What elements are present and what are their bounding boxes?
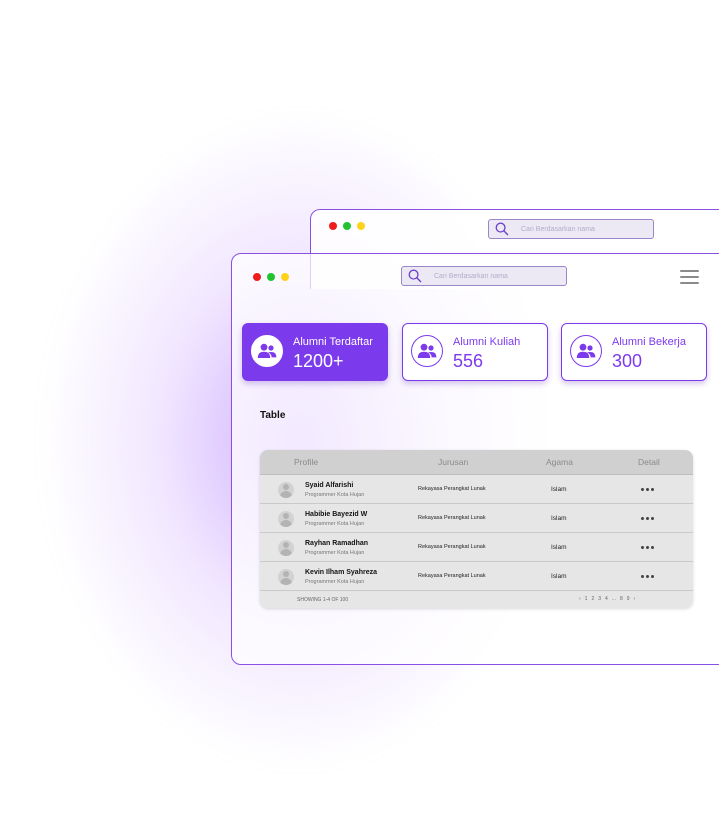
more-horizontal-icon[interactable] [641,546,654,549]
showing-count: SHOWING 1-4 OF 100 [297,597,349,603]
row-agama: Islam [551,486,567,493]
user-avatar-icon [278,540,294,556]
hamburger-menu-icon[interactable] [680,270,700,284]
card-value: 300 [612,351,643,371]
table-row[interactable]: Habibie Bayezid W Programmer Kota Hujan … [260,504,693,533]
card-title: Alumni Bekerja [612,336,686,348]
section-title: Table [260,410,286,421]
more-horizontal-icon[interactable] [641,575,654,578]
search-icon [495,222,509,236]
row-subtitle: Programmer Kota Hujan [305,579,365,585]
pagination-page[interactable]: 2 [591,596,594,602]
minimize-dot[interactable] [281,273,289,281]
pagination-page[interactable]: 4 [605,596,608,602]
card-title: Alumni Kuliah [453,336,521,348]
pagination-page[interactable]: 9 [627,596,630,602]
search-placeholder: Cari Berdasarkan nama [521,225,595,233]
pagination-next[interactable]: › [634,596,636,602]
table-row[interactable]: Rayhan Ramadhan Programmer Kota Hujan Re… [260,533,693,562]
search-input[interactable]: Cari Berdasarkan nama [401,266,567,286]
row-jurusan: Rekayasa Perangkat Lunak [418,573,486,579]
card-value: 1200+ [293,351,344,371]
pagination-page[interactable]: 1 [585,596,588,602]
card-alumni-bekerja[interactable]: Alumni Bekerja 300 [561,323,707,381]
pagination: ‹ 1 2 3 4 ... 8 9 › [579,596,635,602]
maximize-dot[interactable] [267,273,275,281]
minimize-dot[interactable] [357,222,365,230]
row-agama: Islam [551,544,567,551]
row-name: Syaid Alfarishi [305,482,354,489]
pagination-prev[interactable]: ‹ [579,596,581,602]
row-subtitle: Programmer Kota Hujan [305,550,365,556]
front-browser-window: Cari Berdasarkan nama Alumni Terdaftar 1… [231,253,719,665]
row-subtitle: Programmer Kota Hujan [305,521,365,527]
window-controls [329,222,365,230]
column-header-jurusan[interactable]: Jurusan [438,457,468,467]
row-name: Kevin Ilham Syahreza [305,569,377,576]
table-row[interactable]: Kevin Ilham Syahreza Programmer Kota Huj… [260,562,693,591]
row-agama: Islam [551,573,567,580]
user-avatar-icon [278,482,294,498]
row-jurusan: Rekayasa Perangkat Lunak [418,486,486,492]
users-icon [251,335,283,367]
card-alumni-kuliah[interactable]: Alumni Kuliah 556 [402,323,548,381]
user-avatar-icon [278,569,294,585]
users-icon [411,335,443,367]
alumni-table: Profile Jurusan Agama Detail Syaid Alfar… [260,450,693,608]
card-value: 556 [453,351,484,371]
more-horizontal-icon[interactable] [641,517,654,520]
table-header: Profile Jurusan Agama Detail [260,450,693,475]
pagination-page[interactable]: 3 [598,596,601,602]
column-header-profile[interactable]: Profile [294,457,318,467]
more-horizontal-icon[interactable] [641,488,654,491]
row-agama: Islam [551,515,567,522]
row-subtitle: Programmer Kota Hujan [305,492,365,498]
row-jurusan: Rekayasa Perangkat Lunak [418,544,486,550]
card-title: Alumni Terdaftar [293,336,373,348]
close-dot[interactable] [329,222,337,230]
pagination-ellipsis: ... [611,596,616,602]
maximize-dot[interactable] [343,222,351,230]
pagination-page[interactable]: 8 [620,596,623,602]
users-icon [570,335,602,367]
user-avatar-icon [278,511,294,527]
card-alumni-terdaftar[interactable]: Alumni Terdaftar 1200+ [242,323,388,381]
column-header-detail[interactable]: Detail [638,457,660,467]
search-input[interactable]: Cari Berdasarkan nama [488,219,654,239]
search-icon [408,269,422,283]
column-header-agama[interactable]: Agama [546,457,573,467]
window-controls [253,273,289,281]
close-dot[interactable] [253,273,261,281]
row-jurusan: Rekayasa Perangkat Lunak [418,515,486,521]
search-placeholder: Cari Berdasarkan nama [434,272,508,280]
row-name: Rayhan Ramadhan [305,540,369,547]
row-name: Habibie Bayezid W [305,511,368,518]
table-row[interactable]: Syaid Alfarishi Programmer Kota Hujan Re… [260,475,693,504]
